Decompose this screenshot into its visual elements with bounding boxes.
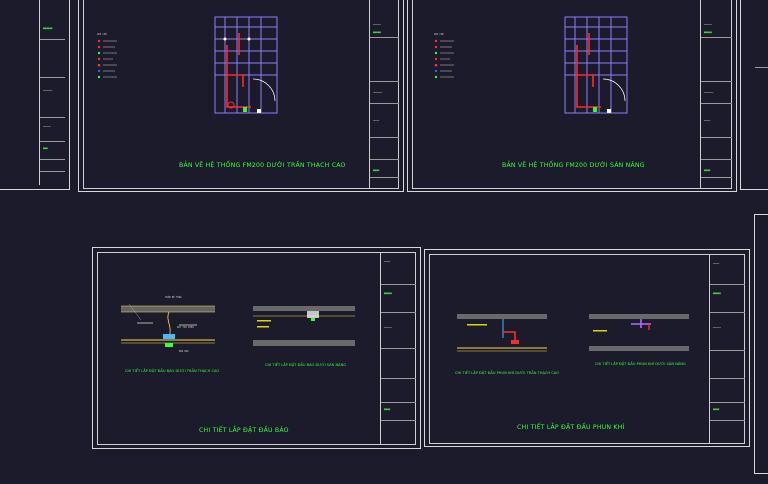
detector-floor-detail xyxy=(253,306,355,346)
sheet-partial-right-bottom[interactable] xyxy=(754,214,768,474)
caption-detector-floor: CHI TIẾT LẮP ĐẶT ĐẦU BÁO DƯỚI SÀN NÂNG xyxy=(265,363,347,367)
title-block: ■■■■■■ ━━━━━━ ━━━━━ ■■■ xyxy=(39,0,65,185)
callout-detector: ĐẦU BÁO xyxy=(179,350,189,353)
title-block: ━━━━ ■■■■■ ━━━━━ ■■■■ xyxy=(709,254,745,444)
sheet-fm200-ceiling[interactable]: ━━━━━ ■■■■■ ━━━━━━ ━━━━ ■■■■ GHI CHÚ BẢN V… xyxy=(78,0,404,192)
sheet-fm200-floor[interactable]: ━━━━━ ■■■■■ ━━━━━━ ━━━━ ■■■■ GHI CHÚ BẢN V… xyxy=(407,0,737,192)
callout-concrete: TRẦN BÊ TÔNG xyxy=(165,296,182,299)
nozzle-floor-detail xyxy=(589,314,689,351)
title-block: ━━━━ ■■■■■ ━━━━━ ■■■■ xyxy=(380,252,416,445)
title-block: ━━━━━ ■■■■■ ━━━━━━ ━━━━ ■■■■ xyxy=(369,0,399,189)
caption-nozzle-floor: CHI TIẾT LẮP ĐẶT ĐẦU PHUN KHÍ DƯỚI SÀN N… xyxy=(595,362,686,366)
title-block: ━━━━━ ■■■■■ ━━━━━━ ━━━━ ■■■■ xyxy=(700,0,732,189)
sheet-nozzle-detail[interactable]: ━━━━ ■■■■■ ━━━━━ ■■■■ CHI TIẾT LẮP ĐẶT ĐẦU… xyxy=(424,249,750,447)
sheet-partial-left[interactable]: ■■■■■■ ━━━━━━ ━━━━━ ■■■ xyxy=(0,0,70,190)
floor-plan xyxy=(564,16,628,114)
callout-signal-wire: DÂY TÍN HIỆU xyxy=(177,326,194,329)
nozzle-ceiling-detail xyxy=(457,314,547,352)
sheet-title: CHI TIẾT LẮP ĐẶT ĐẦU BÁO xyxy=(199,427,289,434)
sheet-partial-right[interactable] xyxy=(740,0,768,190)
caption-detector-ceiling: CHI TIẾT LẮP ĐẶT ĐẦU BÁO DƯỚI TRẦN THẠCH… xyxy=(125,369,220,373)
legend-heading: GHI CHÚ xyxy=(434,33,444,36)
legend-heading: GHI CHÚ xyxy=(97,33,107,36)
caption-nozzle-ceiling: CHI TIẾT LẮP ĐẶT ĐẦU PHUN KHÍ DƯỚI TRẦN … xyxy=(455,371,559,375)
sheet-title: BẢN VẼ HỆ THỐNG FM200 DƯỚI SÀN NÂNG xyxy=(502,162,645,169)
sheet-title: BẢN VẼ HỆ THỐNG FM200 DƯỚI TRẦN THẠCH CA… xyxy=(179,162,346,169)
detector-ceiling-detail xyxy=(121,303,215,347)
legend-symbols xyxy=(97,39,117,79)
floor-plan xyxy=(214,16,278,114)
sheet-detector-detail[interactable]: ━━━━ ■■■■■ ━━━━━ ■■■■ TRẦN BÊ TÔNG DÂY TÍN… xyxy=(92,247,421,449)
sheet-title: CHI TIẾT LẮP ĐẶT ĐẦU PHUN KHÍ xyxy=(517,424,625,431)
legend-symbols xyxy=(434,39,454,79)
